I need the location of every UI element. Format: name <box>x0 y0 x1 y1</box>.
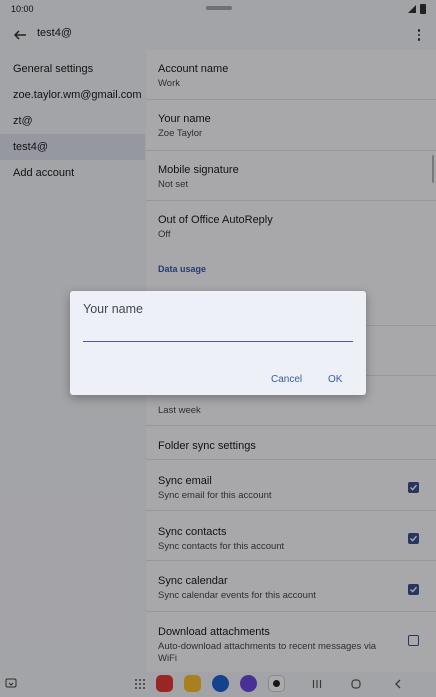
cancel-button[interactable]: Cancel <box>271 374 302 385</box>
your-name-dialog: Your name Cancel OK <box>70 291 366 395</box>
ok-button[interactable]: OK <box>328 374 342 385</box>
name-input[interactable] <box>83 326 353 342</box>
dialog-title: Your name <box>83 302 143 316</box>
